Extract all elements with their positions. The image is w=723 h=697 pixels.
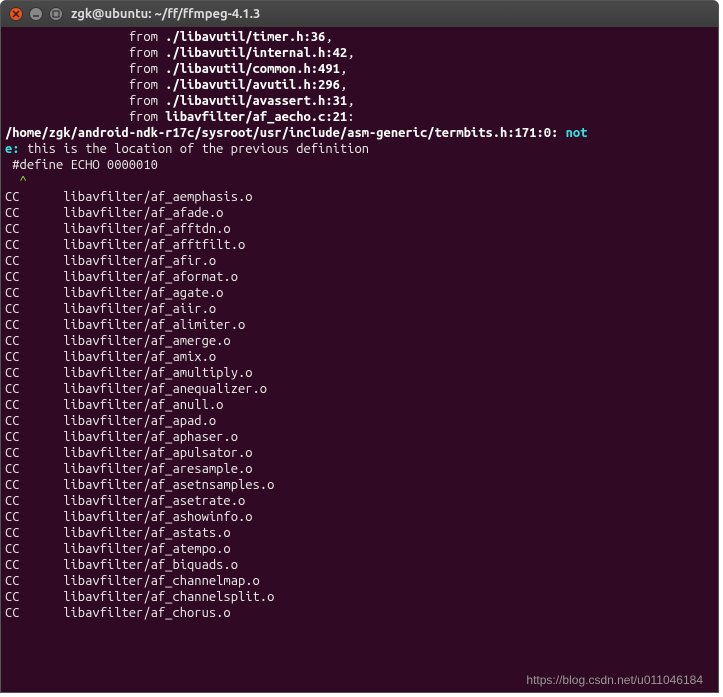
minimize-icon — [32, 10, 40, 18]
close-button[interactable] — [9, 7, 23, 21]
include-line: from ./libavutil/internal.h:42, — [5, 45, 714, 61]
define-line: #define ECHO 0000010 — [5, 157, 714, 173]
window-title: zgk@ubuntu: ~/ff/ffmpeg-4.1.3 — [71, 7, 260, 21]
cc-line: CC libavfilter/af_afir.o — [5, 253, 714, 269]
titlebar[interactable]: zgk@ubuntu: ~/ff/ffmpeg-4.1.3 — [1, 1, 718, 27]
cc-line: CC libavfilter/af_aiir.o — [5, 301, 714, 317]
include-line: from libavfilter/af_aecho.c:21: — [5, 109, 714, 125]
include-line: from ./libavutil/common.h:491, — [5, 61, 714, 77]
cc-line: CC libavfilter/af_apulsator.o — [5, 445, 714, 461]
cc-line: CC libavfilter/af_aresample.o — [5, 461, 714, 477]
cc-line: CC libavfilter/af_channelmap.o — [5, 573, 714, 589]
cc-line: CC libavfilter/af_afftdn.o — [5, 221, 714, 237]
cc-line: CC libavfilter/af_atempo.o — [5, 541, 714, 557]
terminal-window: zgk@ubuntu: ~/ff/ffmpeg-4.1.3 from ./lib… — [0, 0, 719, 693]
include-line: from ./libavutil/avutil.h:296, — [5, 77, 714, 93]
cc-line: CC libavfilter/af_channelsplit.o — [5, 589, 714, 605]
cc-line: CC libavfilter/af_amerge.o — [5, 333, 714, 349]
note-line: /home/zgk/android-ndk-r17c/sysroot/usr/i… — [5, 125, 714, 141]
close-icon — [12, 10, 20, 18]
cc-line: CC libavfilter/af_afftfilt.o — [5, 237, 714, 253]
cc-line: CC libavfilter/af_aformat.o — [5, 269, 714, 285]
cc-line: CC libavfilter/af_astats.o — [5, 525, 714, 541]
cc-line: CC libavfilter/af_asetnsamples.o — [5, 477, 714, 493]
cc-line: CC libavfilter/af_ashowinfo.o — [5, 509, 714, 525]
cc-line: CC libavfilter/af_amix.o — [5, 349, 714, 365]
caret-line: ^ — [5, 173, 714, 189]
cc-line: CC libavfilter/af_apad.o — [5, 413, 714, 429]
cc-line: CC libavfilter/af_chorus.o — [5, 605, 714, 621]
cc-line: CC libavfilter/af_anull.o — [5, 397, 714, 413]
cc-line: CC libavfilter/af_agate.o — [5, 285, 714, 301]
terminal-content[interactable]: from ./libavutil/timer.h:36, from ./liba… — [1, 27, 718, 692]
cc-line: CC libavfilter/af_afade.o — [5, 205, 714, 221]
cc-line: CC libavfilter/af_biquads.o — [5, 557, 714, 573]
maximize-button[interactable] — [49, 7, 63, 21]
maximize-icon — [52, 10, 60, 18]
cc-line: CC libavfilter/af_asetrate.o — [5, 493, 714, 509]
cc-line: CC libavfilter/af_aphaser.o — [5, 429, 714, 445]
include-line: from ./libavutil/timer.h:36, — [5, 29, 714, 45]
window-controls — [9, 7, 63, 21]
cc-line: CC libavfilter/af_amultiply.o — [5, 365, 714, 381]
include-line: from ./libavutil/avassert.h:31, — [5, 93, 714, 109]
cc-line: CC libavfilter/af_alimiter.o — [5, 317, 714, 333]
note-line-2: e: this is the location of the previous … — [5, 141, 714, 157]
minimize-button[interactable] — [29, 7, 43, 21]
cc-line: CC libavfilter/af_anequalizer.o — [5, 381, 714, 397]
cc-line: CC libavfilter/af_aemphasis.o — [5, 189, 714, 205]
watermark: https://blog.csdn.net/u011046184 — [526, 673, 703, 687]
